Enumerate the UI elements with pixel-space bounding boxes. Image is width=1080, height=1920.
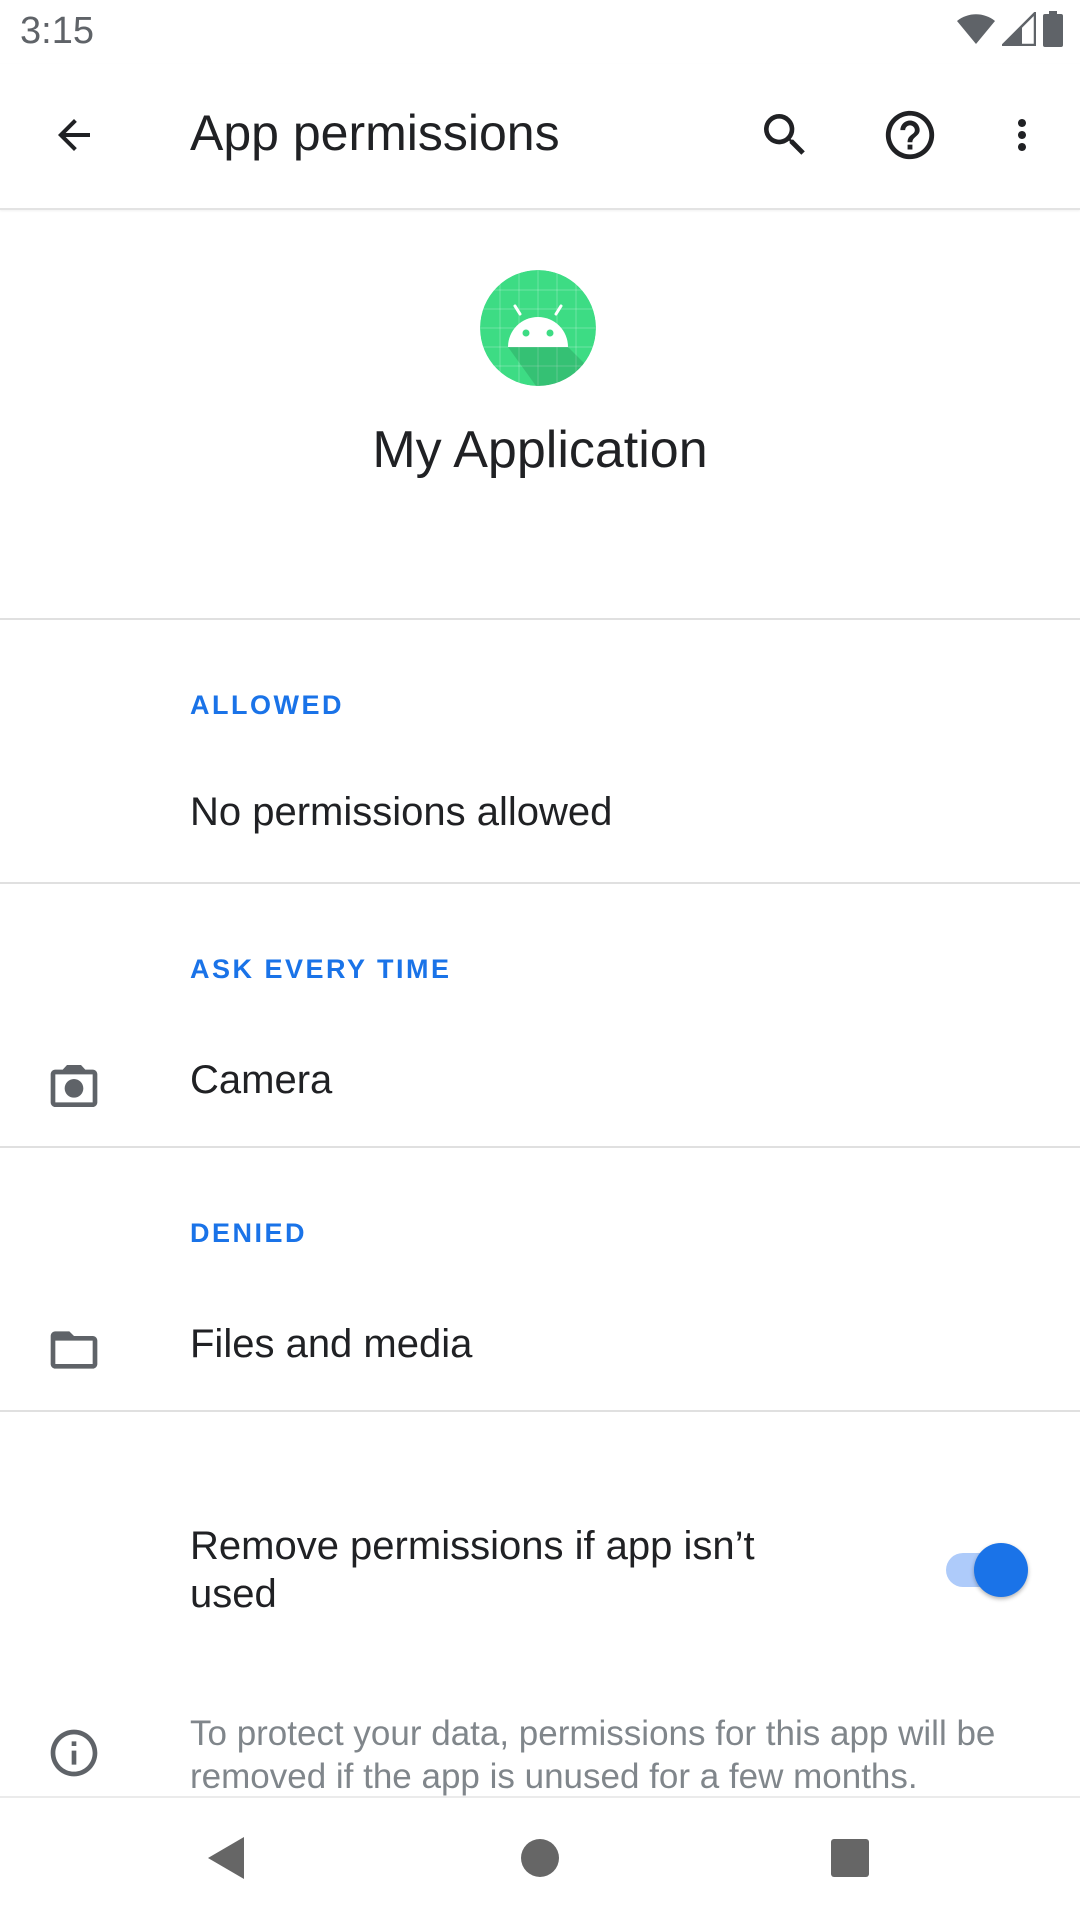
section-header-allowed: ALLOWED <box>190 690 344 720</box>
status-time: 3:15 <box>20 10 94 52</box>
more-vert-icon <box>998 111 1046 164</box>
search-icon <box>757 107 813 168</box>
battery-icon <box>1042 10 1064 52</box>
info-icon <box>44 1723 104 1783</box>
app-permissions-screen: 3:15 App permissions My Application ALLO… <box>0 0 1080 1920</box>
section-header-ask-every-time: ASK EVERY TIME <box>190 954 452 984</box>
permission-item-files-and-media[interactable]: Files and media <box>0 1294 1080 1406</box>
status-bar: 3:15 <box>0 0 1080 64</box>
remove-permissions-toggle[interactable] <box>944 1540 1030 1600</box>
search-button[interactable] <box>735 64 835 210</box>
nav-home-button[interactable] <box>480 1798 600 1920</box>
toggle-thumb <box>974 1543 1028 1597</box>
divider <box>0 1146 1080 1148</box>
toolbar: App permissions <box>0 64 1080 210</box>
nav-recents-icon <box>830 1838 870 1883</box>
help-icon <box>881 106 939 169</box>
nav-recents-button[interactable] <box>790 1798 910 1920</box>
no-permissions-allowed-text: No permissions allowed <box>190 790 613 834</box>
app-name: My Application <box>372 421 708 479</box>
nav-back-icon <box>204 1835 248 1886</box>
app-header: My Application <box>0 212 1080 620</box>
navigation-bar <box>0 1796 1080 1920</box>
status-icons <box>956 9 1064 52</box>
divider <box>0 1410 1080 1412</box>
nav-back-button[interactable] <box>166 1798 286 1920</box>
help-button[interactable] <box>860 64 960 210</box>
camera-icon <box>44 1056 104 1116</box>
folder-icon <box>44 1320 104 1380</box>
more-options-button[interactable] <box>972 64 1072 210</box>
page-title: App permissions <box>190 105 560 161</box>
info-text: To protect your data, permissions for th… <box>190 1714 996 1796</box>
permission-label-camera: Camera <box>190 1058 333 1102</box>
section-header-denied: DENIED <box>190 1218 308 1248</box>
android-app-icon <box>480 270 596 386</box>
back-button[interactable] <box>24 64 124 210</box>
wifi-icon <box>956 12 996 51</box>
back-arrow-icon <box>50 111 98 164</box>
divider <box>0 882 1080 884</box>
cell-signal-icon <box>999 9 1037 51</box>
nav-home-icon <box>520 1838 560 1883</box>
remove-permissions-label: Remove permissions if app isn’t used <box>190 1524 755 1616</box>
permission-label-files-and-media: Files and media <box>190 1322 473 1366</box>
permission-item-camera[interactable]: Camera <box>0 1030 1080 1142</box>
